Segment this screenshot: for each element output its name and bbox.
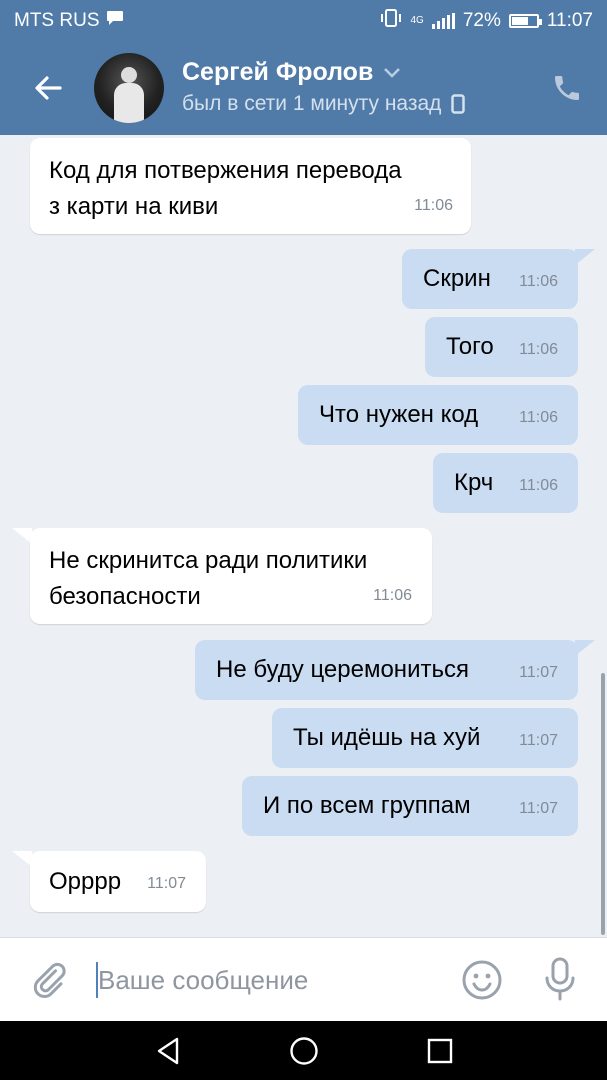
message-time: 11:06 bbox=[519, 409, 558, 426]
bubble-tail bbox=[12, 851, 32, 867]
message-outgoing[interactable]: Скрин 11:06 bbox=[402, 249, 578, 309]
status-bar: MTS RUS 4G 72% 11:07 bbox=[0, 0, 607, 42]
message-incoming[interactable]: Не скринитса ради политики безопасности … bbox=[30, 528, 432, 624]
contact-name-label: Сергей Фролов bbox=[182, 58, 374, 86]
smile-icon[interactable] bbox=[460, 958, 504, 1002]
message-time: 11:07 bbox=[147, 875, 186, 892]
message-time: 11:06 bbox=[414, 197, 453, 214]
network-type-label: 4G bbox=[410, 15, 424, 26]
message-text: Что нужен код bbox=[319, 401, 479, 428]
scrollbar[interactable] bbox=[601, 673, 605, 935]
message-outgoing[interactable]: Того 11:06 bbox=[425, 317, 578, 377]
back-arrow-icon[interactable] bbox=[30, 70, 66, 106]
last-seen-label: был в сети 1 минуту назад bbox=[182, 92, 442, 115]
message-time: 11:06 bbox=[519, 477, 558, 494]
signal-icon bbox=[431, 13, 455, 29]
nav-recents-icon[interactable] bbox=[424, 1035, 456, 1067]
microphone-icon[interactable] bbox=[540, 956, 580, 1002]
message-time: 11:06 bbox=[519, 341, 558, 358]
message-incoming[interactable]: Код для потвержения перевода з карти на … bbox=[30, 138, 471, 234]
message-text: Орррр bbox=[49, 868, 122, 895]
mobile-device-icon bbox=[451, 94, 466, 114]
message-text: Не буду церемониться bbox=[216, 656, 469, 683]
message-composer bbox=[0, 937, 607, 1021]
battery-percent: 72% bbox=[462, 10, 501, 31]
bubble-tail bbox=[575, 249, 595, 265]
phone-icon[interactable] bbox=[551, 72, 583, 104]
message-time: 11:06 bbox=[373, 587, 412, 604]
message-text-line: Код для потвержения перевода bbox=[49, 157, 402, 184]
chat-header: Сергей Фролов был в сети 1 минуту назад bbox=[0, 42, 607, 135]
bubble-tail bbox=[12, 528, 32, 544]
chevron-down-icon bbox=[384, 67, 401, 78]
message-incoming[interactable]: Орррр 11:07 bbox=[30, 851, 206, 912]
message-input[interactable] bbox=[98, 958, 438, 1002]
message-text: Код для потвержения перевода з карти на … bbox=[49, 153, 402, 225]
message-time: 11:06 bbox=[519, 273, 558, 290]
battery-icon bbox=[508, 14, 542, 28]
chat-notification-icon bbox=[106, 10, 124, 32]
bubble-tail bbox=[575, 640, 595, 656]
message-text: Скрин bbox=[423, 265, 491, 292]
message-text-line: з карти на киви bbox=[49, 193, 219, 220]
message-text-line: Не скринитса ради политики bbox=[49, 547, 368, 574]
clock: 11:07 bbox=[546, 10, 593, 31]
nav-home-icon[interactable] bbox=[288, 1035, 320, 1067]
last-seen: был в сети 1 минуту назад bbox=[182, 92, 466, 116]
vibrate-icon bbox=[380, 9, 402, 33]
message-outgoing[interactable]: Крч 11:06 bbox=[433, 453, 578, 513]
message-text-line: безопасности bbox=[49, 583, 201, 610]
message-outgoing[interactable]: И по всем группам 11:07 bbox=[242, 776, 578, 836]
paperclip-icon[interactable] bbox=[28, 960, 68, 1000]
avatar[interactable] bbox=[94, 53, 164, 123]
message-text: Того bbox=[446, 333, 494, 360]
message-text: И по всем группам bbox=[263, 792, 471, 819]
contact-name[interactable]: Сергей Фролов bbox=[182, 58, 401, 87]
message-outgoing[interactable]: Не буду церемониться 11:07 bbox=[195, 640, 578, 700]
message-outgoing[interactable]: Что нужен код 11:06 bbox=[298, 385, 578, 445]
carrier-label: MTS RUS bbox=[14, 10, 100, 31]
nav-back-icon[interactable] bbox=[153, 1035, 185, 1067]
message-text: Не скринитса ради политики безопасности bbox=[49, 543, 367, 615]
system-nav-bar bbox=[0, 1021, 607, 1080]
message-text: Ты идёшь на хуй bbox=[293, 724, 481, 751]
message-text: Крч bbox=[454, 469, 494, 496]
message-outgoing[interactable]: Ты идёшь на хуй 11:07 bbox=[272, 708, 578, 768]
message-time: 11:07 bbox=[519, 664, 558, 681]
message-list[interactable]: Код для потвержения перевода з карти на … bbox=[0, 135, 607, 937]
message-time: 11:07 bbox=[519, 800, 558, 817]
message-time: 11:07 bbox=[519, 732, 558, 749]
